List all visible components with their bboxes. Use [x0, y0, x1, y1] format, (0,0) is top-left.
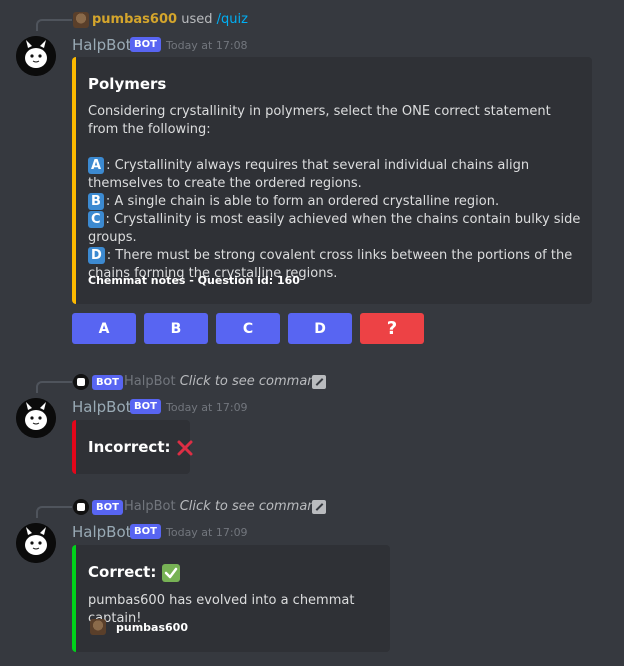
pikachu-avatar-icon — [16, 36, 56, 76]
author-name[interactable]: HalpBot — [72, 398, 132, 416]
option-letter-a: A — [88, 157, 105, 174]
reply-bot-badge: BOT — [92, 500, 123, 515]
bot-avatar[interactable] — [16, 523, 56, 563]
command-icon[interactable] — [312, 500, 326, 514]
reply-bot-badge: BOT — [92, 375, 123, 390]
reply-command-hint[interactable]: Click to see command — [180, 499, 324, 514]
command-icon[interactable] — [312, 375, 326, 389]
option-letter-b: B — [88, 193, 104, 210]
author-name[interactable]: HalpBot — [72, 36, 132, 54]
options-list: A: Crystallinity always requires that se… — [88, 157, 584, 283]
bot-badge: BOT — [130, 37, 161, 52]
message-timestamp[interactable]: Today at 17:09 — [166, 401, 248, 414]
embed-title: Correct: — [88, 563, 180, 582]
bot-badge: BOT — [130, 399, 161, 414]
answer-b-button[interactable]: B — [144, 313, 208, 344]
embed-footer: Chemmat notes - Question id: 160 — [88, 274, 300, 287]
embed-question: Considering crystallinity in polymers, s… — [88, 104, 551, 137]
quiz-embed: Polymers Considering crystallinity in po… — [72, 57, 592, 304]
reveal-answer-button[interactable]: ? — [360, 313, 424, 344]
answer-d-button[interactable]: D — [288, 313, 352, 344]
option-c: C: Crystallinity is most easily achieved… — [88, 211, 584, 247]
option-a: A: Crystallinity always requires that se… — [88, 157, 584, 193]
embed-title: Polymers — [88, 75, 167, 93]
bot-avatar-small[interactable] — [73, 374, 89, 390]
option-b: B: A single chain is able to form an ord… — [88, 193, 584, 211]
reply-preview[interactable]: pumbas600 used /quiz — [92, 12, 248, 27]
bot-badge: BOT — [130, 524, 161, 539]
option-text-a: : Crystallinity always requires that sev… — [88, 158, 530, 191]
reply-connector — [36, 381, 72, 393]
message-timestamp[interactable]: Today at 17:08 — [166, 39, 248, 52]
option-text-c: : Crystallinity is most easily achieved … — [88, 212, 581, 245]
author-name[interactable]: HalpBot — [72, 523, 132, 541]
reply-connector — [36, 506, 72, 518]
embed-title: Incorrect: — [88, 438, 194, 457]
reply-connector — [36, 19, 72, 31]
bot-avatar[interactable] — [16, 398, 56, 438]
result-title: Correct: — [88, 563, 157, 581]
reply-username[interactable]: HalpBot — [124, 374, 176, 389]
result-embed: Correct: pumbas600 has evolved into a ch… — [72, 545, 390, 652]
reply-used-text: used — [181, 12, 213, 27]
reply-preview[interactable]: HalpBot Click to see command — [124, 374, 324, 389]
pikachu-avatar-icon — [16, 398, 56, 438]
user-avatar-small[interactable] — [73, 12, 89, 28]
answer-c-button[interactable]: C — [216, 313, 280, 344]
footer-user-avatar — [90, 619, 106, 635]
option-text-b: : A single chain is able to form an orde… — [105, 194, 500, 209]
embed-footer-username: pumbas600 — [116, 621, 188, 634]
reply-preview[interactable]: HalpBot Click to see command — [124, 499, 324, 514]
reply-username[interactable]: pumbas600 — [92, 12, 177, 27]
pikachu-avatar-icon — [16, 523, 56, 563]
result-embed: Incorrect: — [72, 420, 193, 474]
bot-avatar-small[interactable] — [73, 499, 89, 515]
check-icon — [161, 563, 180, 582]
reply-username[interactable]: HalpBot — [124, 499, 176, 514]
result-title: Incorrect: — [88, 438, 171, 456]
option-letter-c: C — [88, 211, 104, 228]
reply-command-hint[interactable]: Click to see command — [180, 374, 324, 389]
option-letter-d: D — [88, 247, 105, 264]
message-timestamp[interactable]: Today at 17:09 — [166, 526, 248, 539]
cross-icon — [177, 440, 193, 455]
bot-avatar[interactable] — [16, 36, 56, 76]
answer-a-button[interactable]: A — [72, 313, 136, 344]
reply-command[interactable]: /quiz — [217, 12, 248, 27]
